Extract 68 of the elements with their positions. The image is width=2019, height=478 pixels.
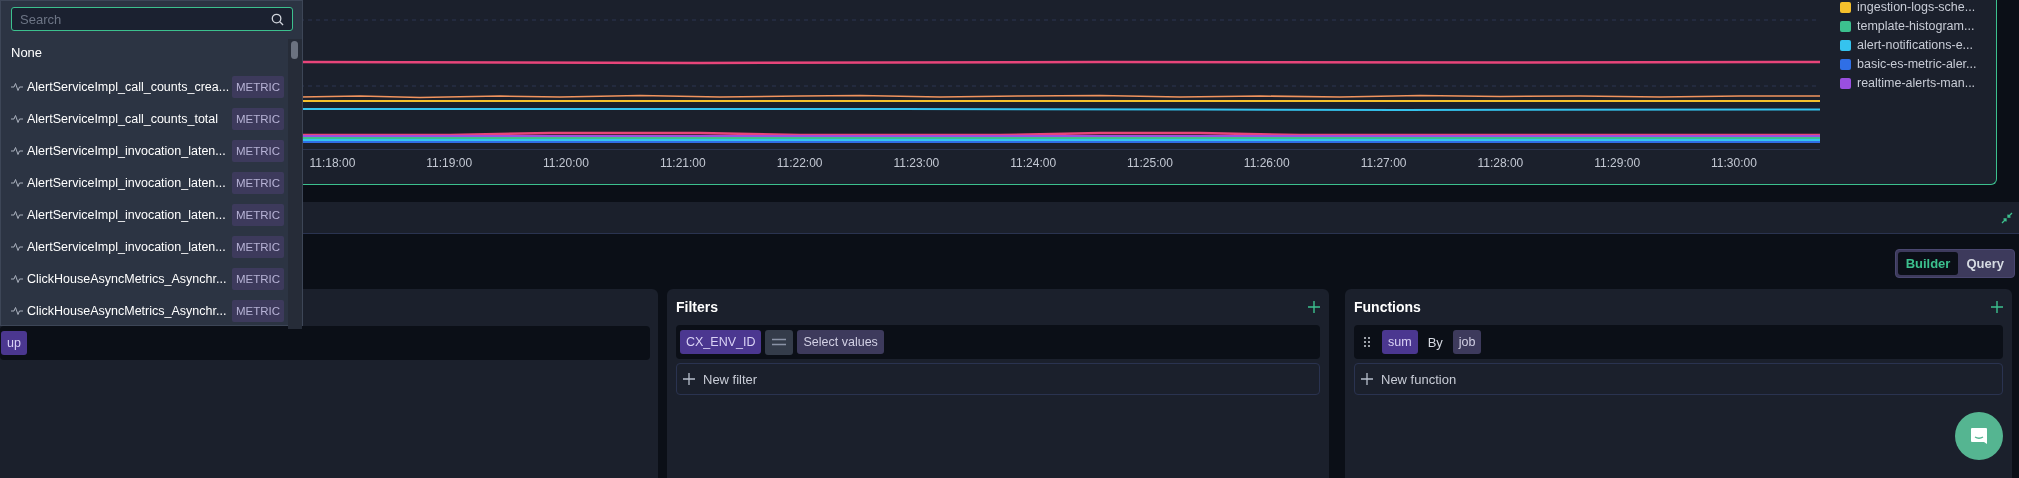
- metric-icon: [11, 147, 23, 155]
- metric-tag: METRIC: [232, 108, 285, 130]
- axis-tick-label: 11:28:00: [1476, 156, 1525, 170]
- axis-tick-label: 11:20:00: [542, 156, 590, 170]
- metric-tag: METRIC: [232, 172, 285, 194]
- metric-tag: METRIC: [232, 140, 285, 162]
- metric-icon: [11, 83, 23, 91]
- metric-icon: [11, 307, 23, 315]
- dropdown-option[interactable]: AlertServiceImpl_call_counts_total METRIC: [11, 103, 288, 135]
- add-icon[interactable]: [1308, 301, 1320, 313]
- dropdown-option[interactable]: ClickHouseAsyncMetrics_Asynchr... METRIC: [11, 295, 288, 327]
- by-label: By: [1427, 334, 1443, 350]
- plus-icon: [1361, 373, 1373, 385]
- axis-tick-label: 11:21:00: [658, 156, 707, 170]
- collapse-icon[interactable]: [2001, 211, 2013, 224]
- legend-label[interactable]: alert-notifications-e...: [1857, 38, 1974, 52]
- dropdown-option[interactable]: None: [11, 39, 288, 71]
- new-function-button[interactable]: New function: [1354, 363, 2003, 395]
- drag-handle-icon[interactable]: [1364, 337, 1370, 347]
- metric-field[interactable]: up: [0, 326, 650, 360]
- metric-icon: [11, 115, 23, 123]
- metric-tag: METRIC: [232, 76, 285, 98]
- new-filter-button[interactable]: New filter: [676, 363, 1320, 395]
- search-field[interactable]: Search: [11, 7, 293, 31]
- axis-tick-label: 11:26:00: [1242, 156, 1291, 170]
- plus-icon: [683, 373, 695, 385]
- function-chip[interactable]: sum: [1382, 330, 1418, 354]
- metric-icon: [11, 275, 23, 283]
- filter-key-chip[interactable]: CX_ENV_ID: [680, 330, 762, 354]
- dropdown-option[interactable]: AlertServiceImpl_call_counts_crea... METRIC: [11, 71, 288, 103]
- axis-tick-label: 11:19:00: [425, 156, 474, 170]
- mode-tab[interactable]: Query: [1958, 251, 2012, 275]
- add-icon[interactable]: [1991, 301, 2003, 313]
- operator-button[interactable]: [765, 329, 794, 355]
- value-select[interactable]: Select values: [797, 330, 884, 354]
- chat-icon: [1969, 426, 1989, 446]
- axis-tick-label: 11:23:00: [892, 156, 941, 170]
- dropdown-option[interactable]: ClickHouseAsyncMetrics_Asynchr... METRIC: [11, 263, 288, 295]
- axis-tick-label: 11:27:00: [1359, 156, 1408, 170]
- dropdown-option[interactable]: AlertServiceImpl_invocation_laten... METRIC: [11, 231, 288, 263]
- axis-tick-label: 11:25:00: [1126, 156, 1174, 170]
- group-by-chip[interactable]: job: [1452, 330, 1482, 354]
- metric-tag: METRIC: [232, 236, 285, 258]
- metric-tag: METRIC: [232, 204, 285, 226]
- axis-tick-label: 11:18:00: [308, 156, 357, 170]
- metric-icon: [11, 211, 23, 219]
- metric-chip[interactable]: up: [1, 331, 27, 355]
- equals-icon: [772, 338, 787, 346]
- dropdown-option[interactable]: AlertServiceImpl_invocation_laten... METRIC: [11, 167, 288, 199]
- axis-tick-label: 11:22:00: [775, 156, 824, 170]
- legend-label[interactable]: ingestion-logs-sche...: [1857, 0, 1976, 14]
- mode-tab[interactable]: Builder: [1897, 251, 1959, 275]
- panel-title: Functions: [1354, 299, 1421, 315]
- search-icon: [271, 13, 284, 26]
- legend-label[interactable]: realtime-alerts-man...: [1857, 76, 1976, 90]
- axis-tick-label: 11:24:00: [1009, 156, 1058, 170]
- metric-tag: METRIC: [232, 268, 285, 290]
- metric-icon: [11, 179, 23, 187]
- axis-tick-label: 11:30:00: [1710, 156, 1758, 170]
- dropdown-option[interactable]: AlertServiceImpl_invocation_laten... METRIC: [11, 135, 288, 167]
- metric-icon: [11, 243, 23, 251]
- legend-label[interactable]: basic-es-metric-aler...: [1857, 57, 1977, 71]
- legend-label[interactable]: template-histogram...: [1857, 19, 1975, 33]
- scrollbar[interactable]: [288, 39, 302, 329]
- metric-tag: METRIC: [232, 300, 285, 322]
- panel-title: Filters: [676, 299, 718, 315]
- axis-tick-label: 11:29:00: [1593, 156, 1642, 170]
- dropdown-option[interactable]: AlertServiceImpl_invocation_laten... METRIC: [11, 199, 288, 231]
